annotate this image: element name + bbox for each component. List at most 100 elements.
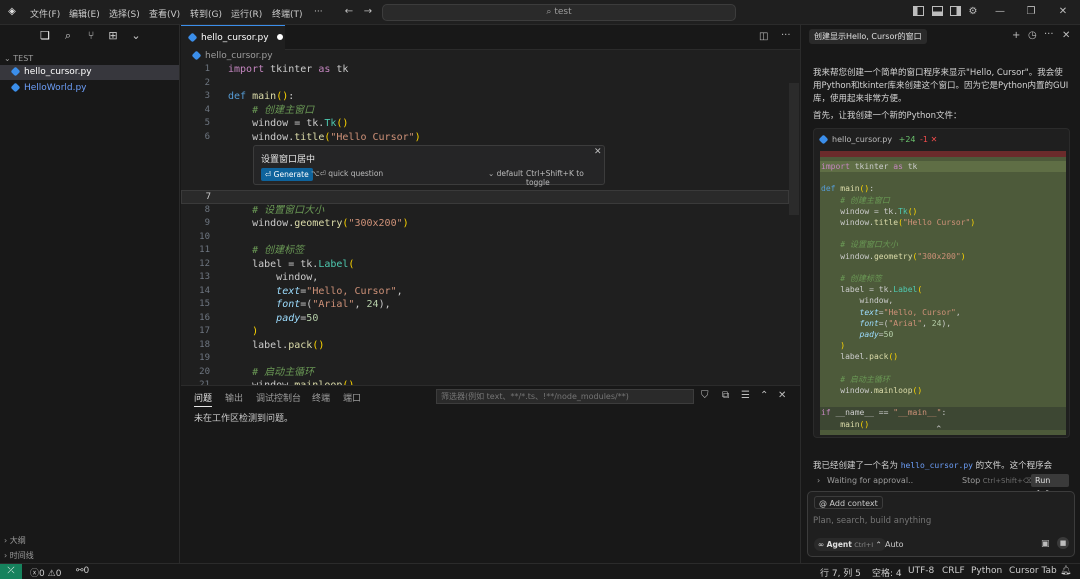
inline-prompt-text[interactable]: 设置窗口居中: [261, 152, 315, 165]
toggle-panel-icon[interactable]: [931, 6, 943, 18]
breadcrumb[interactable]: hello_cursor.py: [191, 50, 273, 61]
menu-selection[interactable]: 选择(S): [109, 7, 140, 20]
menu-run[interactable]: 运行(R): [231, 7, 262, 20]
diff-header[interactable]: hello_cursor.py +24 -1 ✕: [818, 134, 938, 145]
code-line[interactable]: 19: [181, 352, 789, 366]
code-line[interactable]: 20 # 启动主循环: [181, 366, 789, 380]
panel-tab-output[interactable]: 输出: [225, 391, 243, 404]
filter-icon[interactable]: ⛉: [701, 390, 709, 401]
code-line[interactable]: 13 window,: [181, 271, 789, 285]
command-search-box[interactable]: ⌕ test: [382, 4, 736, 21]
image-upload-icon[interactable]: ▣: [1041, 539, 1050, 549]
menu-go[interactable]: 转到(G): [190, 7, 222, 20]
code-line[interactable]: 18 label.pack(): [181, 339, 789, 353]
workspace-root[interactable]: ⌄ TEST: [0, 51, 179, 66]
code-line[interactable]: 4 # 创建主窗口: [181, 104, 789, 118]
maximize-panel-icon[interactable]: ⌃: [760, 390, 768, 401]
files-icon[interactable]: ❏: [38, 29, 52, 43]
toggle-secondary-sidebar-icon[interactable]: [949, 6, 961, 18]
line-ending[interactable]: CRLF: [942, 566, 965, 576]
back-arrow-icon[interactable]: ←: [343, 6, 355, 18]
chat-tab-title[interactable]: 创建显示Hello, Cursor的窗口: [809, 29, 927, 44]
menu-file[interactable]: 文件(F): [30, 7, 60, 20]
code-line[interactable]: 3 def main():: [181, 90, 789, 104]
menu-edit[interactable]: 编辑(E): [69, 7, 100, 20]
code-line[interactable]: 9 window.geometry("300x200"): [181, 217, 789, 231]
code-line[interactable]: 12 label = tk.Label(: [181, 258, 789, 272]
code-line[interactable]: 16 pady=50: [181, 312, 789, 326]
problems-filter-input[interactable]: [436, 389, 694, 404]
menu-more[interactable]: ···: [314, 7, 323, 17]
code-line[interactable]: 7: [181, 190, 789, 204]
encoding[interactable]: UTF-8: [908, 566, 934, 576]
split-editor-icon[interactable]: ◫: [759, 31, 768, 42]
unsaved-dot-icon[interactable]: [277, 34, 284, 40]
remote-indicator-icon[interactable]: ⤫: [0, 564, 22, 579]
cursor-position[interactable]: 行 7, 列 5: [820, 566, 861, 579]
close-icon[interactable]: ✕: [594, 147, 602, 157]
code-line[interactable]: 1 import tkinter as tk: [181, 63, 789, 77]
search-icon[interactable]: ⌕: [61, 29, 75, 43]
panel-tab-terminal[interactable]: 终端: [312, 391, 330, 404]
editor-scrollbar[interactable]: [789, 83, 799, 215]
cursor-tab-status[interactable]: Cursor Tab: [1009, 566, 1057, 576]
menu-terminal[interactable]: 终端(T): [272, 7, 303, 20]
editor-tab-hello-cursor[interactable]: hello_cursor.py: [181, 25, 285, 50]
add-context-button[interactable]: @ Add context: [814, 496, 883, 509]
new-chat-icon[interactable]: +: [1012, 30, 1020, 41]
language-mode[interactable]: Python: [971, 566, 1002, 576]
more-actions-icon[interactable]: ···: [781, 30, 791, 41]
chevron-down-icon[interactable]: ⌄: [129, 29, 143, 43]
bell-icon[interactable]: 🔔︎: [1060, 566, 1071, 576]
minimize-icon[interactable]: —: [994, 6, 1006, 18]
reject-diff-icon[interactable]: ✕: [931, 135, 938, 144]
extensions-icon[interactable]: ⊞: [106, 29, 120, 43]
code-line[interactable]: 10: [181, 231, 789, 245]
chat-input[interactable]: [813, 514, 1069, 528]
panel-tab-problems[interactable]: 问题: [194, 391, 213, 407]
code-line[interactable]: 8 # 设置窗口大小: [181, 204, 789, 218]
toggle-sidebar-icon[interactable]: [912, 6, 924, 18]
outline-section[interactable]: › 大纲: [0, 533, 179, 548]
problems-indicator[interactable]: ⓧ0 ⚠0: [30, 566, 61, 579]
forward-arrow-icon[interactable]: →: [362, 6, 374, 18]
run-button[interactable]: Run ^⏎: [1031, 474, 1069, 498]
collapse-all-icon[interactable]: ⧉: [722, 390, 729, 401]
code-text: font=("Arial", 24),: [276, 299, 391, 310]
code-area[interactable]: 1 import tkinter as tk 2 3 def main(): 4 # 创建…: [181, 63, 800, 385]
quick-question-button[interactable]: ⌥⏎ quick question: [311, 169, 383, 178]
close-chat-icon[interactable]: ✕: [1062, 30, 1070, 41]
code-line[interactable]: 17 ): [181, 325, 789, 339]
code-line[interactable]: 6 window.title("Hello Cursor"): [181, 131, 789, 145]
file-item-hello-cursor[interactable]: hello_cursor.py: [0, 65, 179, 80]
view-as-list-icon[interactable]: ☰: [741, 390, 750, 401]
timeline-section[interactable]: › 时间线: [0, 548, 179, 563]
source-control-icon[interactable]: ⑂: [84, 29, 98, 43]
model-selector[interactable]: Auto: [885, 540, 904, 549]
stop-button[interactable]: Stop Ctrl+Shift+⌫: [962, 476, 1033, 485]
gear-icon[interactable]: ⚙: [967, 6, 979, 18]
code-line[interactable]: 5 window = tk.Tk(): [181, 117, 789, 131]
code-line[interactable]: 15 font=("Arial", 24),: [181, 298, 789, 312]
chevron-up-icon[interactable]: ⌃: [935, 425, 943, 435]
send-icon[interactable]: ■: [1057, 537, 1069, 549]
code-line[interactable]: 14 text="Hello, Cursor",: [181, 285, 789, 299]
maximize-icon[interactable]: ❐: [1025, 6, 1037, 18]
file-item-helloworld[interactable]: HelloWorld.py: [0, 81, 179, 96]
close-panel-icon[interactable]: ✕: [778, 390, 786, 401]
panel-tab-ports[interactable]: 端口: [343, 391, 361, 404]
generate-button[interactable]: ⏎ Generate: [261, 168, 313, 181]
model-dropdown[interactable]: ⌄ default: [488, 169, 523, 178]
close-window-icon[interactable]: ✕: [1057, 6, 1069, 18]
menu-view[interactable]: 查看(V): [149, 7, 180, 20]
more-options-icon[interactable]: ···: [1044, 29, 1054, 40]
ports-indicator[interactable]: ⚯0: [76, 566, 89, 576]
panel-tab-debug-console[interactable]: 调试控制台: [256, 391, 301, 404]
agent-mode-selector[interactable]: ∞ Agent Ctrl+I ⌃: [814, 538, 886, 551]
diff-code-line: def main():: [821, 184, 875, 194]
history-icon[interactable]: ◷: [1028, 30, 1037, 41]
indentation[interactable]: 空格: 4: [872, 566, 902, 579]
inline-edit-prompt[interactable]: 设置窗口居中 ✕ ⏎ Generate ⌥⏎ quick question ⌄ defa…: [253, 145, 605, 187]
code-line[interactable]: 11 # 创建标签: [181, 244, 789, 258]
code-line[interactable]: 2: [181, 77, 789, 91]
